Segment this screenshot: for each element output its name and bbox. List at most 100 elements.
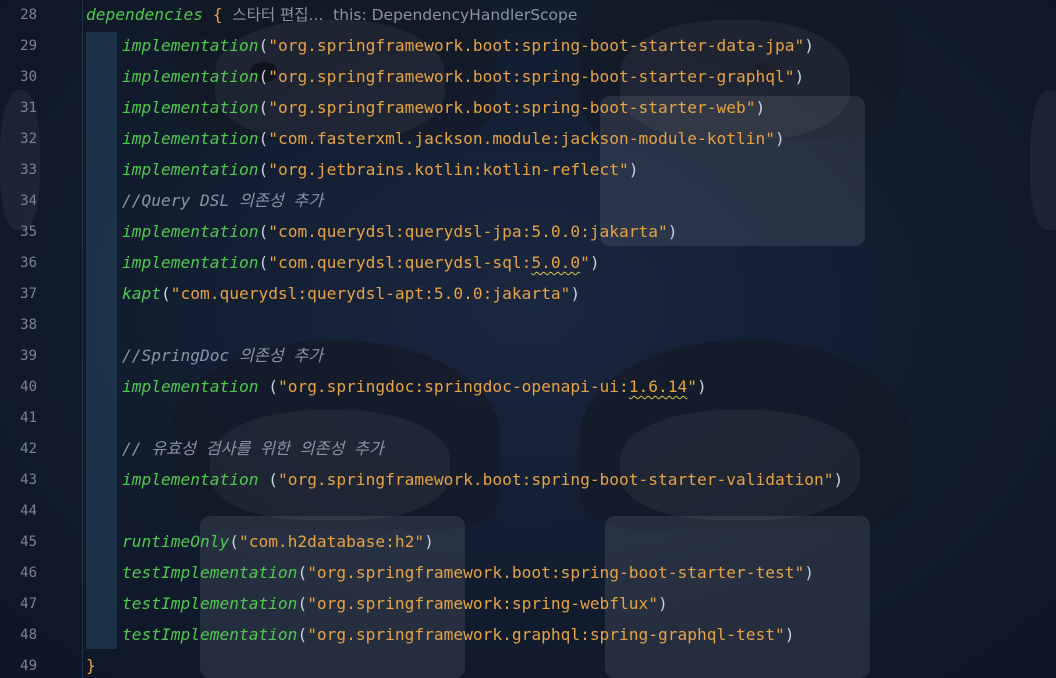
code-line[interactable]: 31 implementation("org.springframework.bo…: [0, 93, 1056, 124]
code-text[interactable]: implementation("org.springframework.boot…: [122, 96, 765, 120]
code-line[interactable]: 44: [0, 496, 1056, 527]
code-text[interactable]: implementation("org.springframework.boot…: [122, 65, 804, 89]
code-token: "com.fasterxml.jackson.module:jackson-mo…: [268, 129, 775, 148]
code-text[interactable]: implementation ("org.springdoc:springdoc…: [122, 375, 707, 399]
code-token: (: [258, 129, 269, 148]
code-token: ": [580, 253, 590, 272]
code-token: implementation: [122, 67, 259, 86]
code-token: ": [687, 377, 698, 396]
code-line[interactable]: 30 implementation("org.springframework.bo…: [0, 62, 1056, 93]
code-token: "org.springdoc:springdoc-openapi-ui:: [277, 377, 629, 396]
code-line[interactable]: 49}: [0, 651, 1056, 678]
code-token: //SpringDoc 의존성 추가: [122, 346, 324, 365]
code-line[interactable]: 45 runtimeOnly("com.h2database:h2"): [0, 527, 1056, 558]
code-line[interactable]: 38: [0, 310, 1056, 341]
code-line[interactable]: 48 testImplementation("org.springframewor…: [0, 620, 1056, 651]
code-line[interactable]: 39 //SpringDoc 의존성 추가: [0, 341, 1056, 372]
code-token: implementation: [122, 222, 259, 241]
code-token: (: [258, 67, 269, 86]
line-number: 47: [20, 596, 37, 612]
code-token: ): [833, 470, 844, 489]
code-token: ): [667, 222, 678, 241]
line-number: 31: [20, 100, 37, 116]
inlay-hint[interactable]: 스타터 편집... this: DependencyHandlerScope: [222, 6, 577, 24]
code-token: ): [570, 284, 581, 303]
code-text[interactable]: implementation("com.fasterxml.jackson.mo…: [122, 127, 785, 151]
code-token: (: [258, 36, 269, 55]
code-line[interactable]: 47 testImplementation("org.springframewor…: [0, 589, 1056, 620]
warning-token: 5.0.0: [531, 253, 581, 272]
code-line[interactable]: 33 implementation("org.jetbrains.kotlin:k…: [0, 155, 1056, 186]
code-line[interactable]: 37 kapt("com.querydsl:querydsl-apt:5.0.0:…: [0, 279, 1056, 310]
code-editor[interactable]: 28 dependencies { 스타터 편집... this: Depende…: [0, 0, 1056, 678]
code-text[interactable]: implementation("org.jetbrains.kotlin:kot…: [122, 158, 639, 182]
line-number: 33: [20, 162, 37, 178]
code-text[interactable]: testImplementation("org.springframework.…: [122, 561, 814, 585]
inlay-hint-label: 스타터 편집...: [222, 6, 334, 24]
inlay-hint-scope: this: DependencyHandlerScope: [333, 6, 578, 24]
code-token: {: [212, 5, 223, 24]
line-number: 32: [20, 131, 37, 147]
code-text[interactable]: testImplementation("org.springframework:…: [122, 592, 668, 616]
code-line[interactable]: 29 implementation("org.springframework.bo…: [0, 31, 1056, 62]
code-token: "org.jetbrains.kotlin:kotlin-reflect": [268, 160, 629, 179]
code-token: ): [804, 36, 814, 55]
code-token: (: [258, 160, 269, 179]
code-token: // 유효성 검사를 위한 의존성 추가: [122, 439, 384, 458]
code-token: "org.springframework.boot:spring-boot-st…: [268, 98, 756, 117]
code-token: (: [297, 625, 308, 644]
code-text[interactable]: implementation("org.springframework.boot…: [122, 34, 814, 58]
code-text[interactable]: implementation ("org.springframework.boo…: [122, 468, 843, 492]
code-line[interactable]: 43 implementation ("org.springframework.b…: [0, 465, 1056, 496]
code-token: "org.springframework:spring-webflux": [307, 594, 659, 613]
code-token: (: [258, 253, 269, 272]
code-line[interactable]: 40 implementation ("org.springdoc:springd…: [0, 372, 1056, 403]
code-token: "org.springframework.boot:spring-boot-st…: [307, 563, 805, 582]
code-token: dependencies: [86, 5, 203, 24]
code-line[interactable]: 41: [0, 403, 1056, 434]
code-text[interactable]: kapt("com.querydsl:querydsl-apt:5.0.0:ja…: [122, 282, 580, 306]
line-number: 41: [20, 410, 37, 426]
code-line[interactable]: 34 //Query DSL 의존성 추가: [0, 186, 1056, 217]
code-line[interactable]: 42 // 유효성 검사를 위한 의존성 추가: [0, 434, 1056, 465]
code-line[interactable]: 46 testImplementation("org.springframewor…: [0, 558, 1056, 589]
code-token: ): [589, 253, 600, 272]
code-token: implementation: [122, 160, 259, 179]
code-text[interactable]: dependencies { 스타터 편집... this: Dependenc…: [86, 3, 577, 27]
line-number: 48: [20, 627, 37, 643]
line-number: 42: [20, 441, 37, 457]
code-text[interactable]: // 유효성 검사를 위한 의존성 추가: [122, 437, 384, 461]
code-token: ): [658, 594, 668, 613]
code-token: ): [755, 98, 766, 117]
code-line[interactable]: 36 implementation("com.querydsl:querydsl-…: [0, 248, 1056, 279]
code-token: (: [297, 563, 308, 582]
code-text[interactable]: //SpringDoc 의존성 추가: [122, 344, 323, 368]
line-number: 35: [20, 224, 37, 240]
code-token: testImplementation: [122, 594, 298, 613]
code-token: //Query DSL 의존성 추가: [122, 191, 324, 210]
code-text[interactable]: implementation("com.querydsl:querydsl-sq…: [122, 251, 600, 275]
code-token: implementation: [122, 98, 259, 117]
code-text[interactable]: //Query DSL 의존성 추가: [122, 189, 323, 213]
code-token: runtimeOnly: [122, 532, 230, 551]
code-token: "com.querydsl:querydsl-apt:5.0.0:jakarta…: [170, 284, 571, 303]
code-token: ): [424, 532, 434, 551]
code-line[interactable]: 28 dependencies { 스타터 편집... this: Depende…: [0, 0, 1056, 31]
code-text[interactable]: }: [86, 654, 96, 678]
code-token: kapt: [122, 284, 161, 303]
code-token: "org.springframework.boot:spring-boot-st…: [268, 67, 795, 86]
code-text[interactable]: implementation("com.querydsl:querydsl-jp…: [122, 220, 678, 244]
line-number: 46: [20, 565, 37, 581]
code-text[interactable]: testImplementation("org.springframework.…: [122, 623, 794, 647]
code-line[interactable]: 32 implementation("com.fasterxml.jackson.…: [0, 124, 1056, 155]
code-token: "com.querydsl:querydsl-jpa:5.0.0:jakarta…: [268, 222, 668, 241]
code-text[interactable]: runtimeOnly("com.h2database:h2"): [122, 530, 434, 554]
code-token: implementation: [122, 129, 259, 148]
code-line[interactable]: 35 implementation("com.querydsl:querydsl-…: [0, 217, 1056, 248]
code-token: "com.querydsl:querydsl-sql:: [268, 253, 532, 272]
code-token: (: [258, 222, 269, 241]
code-token: "org.springframework.boot:spring-boot-st…: [277, 470, 834, 489]
line-number: 29: [20, 38, 37, 54]
line-number: 38: [20, 317, 37, 333]
